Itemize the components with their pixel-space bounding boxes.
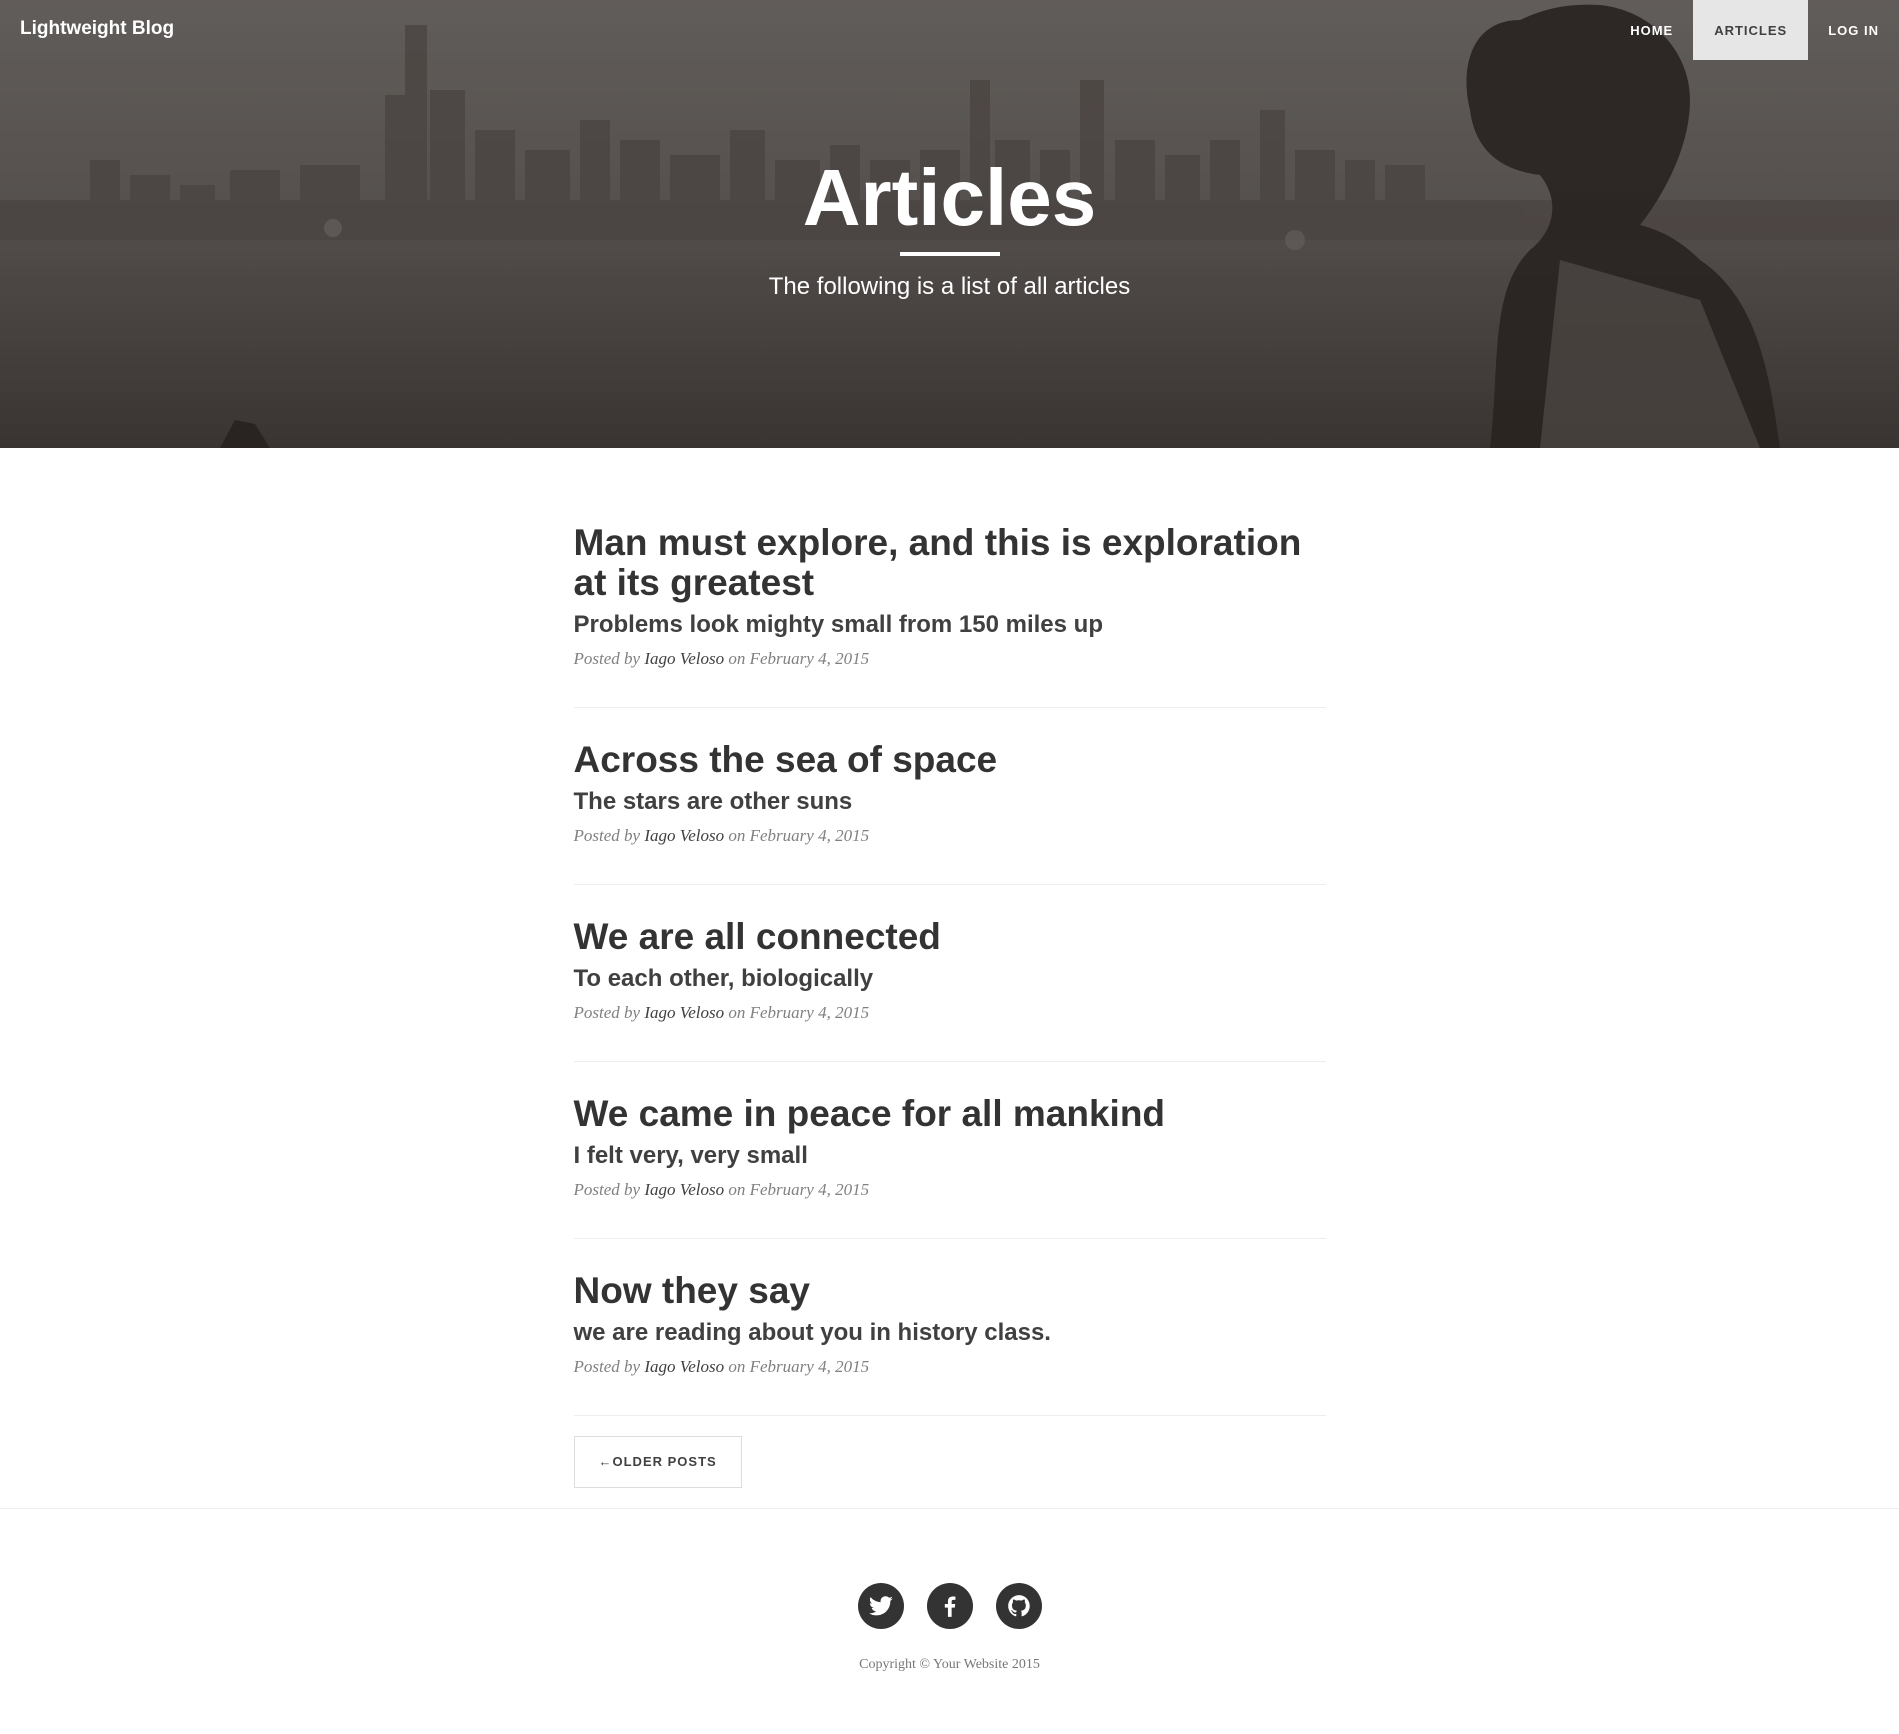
post-link[interactable]: Across the sea of space The stars are ot… — [574, 740, 1326, 818]
post-author-link[interactable]: Iago Veloso — [644, 1357, 724, 1376]
post-preview: We came in peace for all mankind I felt … — [573, 1062, 1326, 1239]
post-link[interactable]: Now they say we are reading about you in… — [574, 1271, 1326, 1349]
posted-by-label: Posted by — [573, 1357, 641, 1376]
post-preview: Across the sea of space The stars are ot… — [573, 708, 1326, 885]
pager: ←OLDER POSTS — [573, 1436, 1326, 1488]
post-subtitle[interactable]: Problems look mighty small from 150 mile… — [574, 609, 1326, 641]
post-preview: Now they say we are reading about you in… — [573, 1239, 1326, 1416]
post-link[interactable]: We are all connected To each other, biol… — [574, 917, 1326, 995]
post-title[interactable]: Man must explore, and this is exploratio… — [574, 523, 1326, 603]
post-meta: Posted by Iago Veloso on February 4, 201… — [574, 822, 1326, 850]
post-link[interactable]: We came in peace for all mankind I felt … — [574, 1094, 1326, 1172]
posted-by-label: Posted by — [573, 1003, 641, 1022]
post-date: on February 4, 2015 — [728, 649, 870, 668]
social-links — [0, 1583, 1899, 1629]
github-link[interactable] — [995, 1583, 1042, 1629]
nav-log-in[interactable]: LOG IN — [1808, 0, 1899, 60]
post-author-link[interactable]: Iago Veloso — [644, 1003, 724, 1022]
post-meta: Posted by Iago Veloso on February 4, 201… — [574, 1353, 1326, 1381]
page-title: Articles — [802, 153, 1097, 242]
twitter-link[interactable] — [857, 1583, 904, 1629]
hero-header: Lightweight Blog HOME ARTICLES LOG IN Ar… — [0, 0, 1899, 448]
nav-home[interactable]: HOME — [1610, 0, 1693, 60]
post-date: on February 4, 2015 — [728, 826, 870, 845]
post-title[interactable]: We are all connected — [574, 917, 1326, 957]
post-author-link[interactable]: Iago Veloso — [644, 649, 724, 668]
title-divider — [899, 252, 1000, 256]
post-subtitle[interactable]: we are reading about you in history clas… — [574, 1317, 1326, 1349]
post-preview: Man must explore, and this is exploratio… — [573, 523, 1326, 708]
older-posts-button[interactable]: ←OLDER POSTS — [573, 1436, 742, 1488]
post-meta: Posted by Iago Veloso on February 4, 201… — [574, 645, 1326, 673]
post-title[interactable]: We came in peace for all mankind — [574, 1094, 1326, 1134]
post-date: on February 4, 2015 — [728, 1357, 870, 1376]
posted-by-label: Posted by — [573, 1180, 641, 1199]
post-author-link[interactable]: Iago Veloso — [644, 826, 724, 845]
github-icon — [1007, 1595, 1030, 1617]
brand-logo-link[interactable]: Lightweight Blog — [20, 18, 174, 40]
post-subtitle[interactable]: I felt very, very small — [574, 1140, 1326, 1172]
page-subtitle: The following is a list of all articles — [768, 273, 1131, 300]
post-date: on February 4, 2015 — [728, 1180, 870, 1199]
post-date: on February 4, 2015 — [728, 1003, 870, 1022]
post-author-link[interactable]: Iago Veloso — [644, 1180, 724, 1199]
posted-by-label: Posted by — [573, 649, 641, 668]
twitter-icon — [868, 1596, 893, 1616]
post-title[interactable]: Now they say — [574, 1271, 1326, 1311]
post-meta: Posted by Iago Veloso on February 4, 201… — [574, 999, 1326, 1027]
posted-by-label: Posted by — [573, 826, 641, 845]
copyright: Copyright © Your Website 2015 — [859, 1657, 1040, 1672]
post-title[interactable]: Across the sea of space — [574, 740, 1326, 780]
post-subtitle[interactable]: The stars are other suns — [574, 786, 1326, 818]
post-link[interactable]: Man must explore, and this is exploratio… — [574, 523, 1326, 641]
post-meta: Posted by Iago Veloso on February 4, 201… — [574, 1176, 1326, 1204]
hero-heading: Articles The following is a list of all … — [0, 148, 1899, 304]
top-nav: HOME ARTICLES LOG IN — [1610, 0, 1899, 60]
nav-articles[interactable]: ARTICLES — [1693, 0, 1809, 60]
post-preview: We are all connected To each other, biol… — [573, 885, 1326, 1062]
footer: Copyright © Your Website 2015 — [0, 1509, 1899, 1673]
facebook-icon — [944, 1596, 955, 1617]
post-list: Man must explore, and this is exploratio… — [573, 448, 1326, 1488]
post-subtitle[interactable]: To each other, biologically — [574, 963, 1326, 995]
facebook-link[interactable] — [926, 1583, 973, 1629]
